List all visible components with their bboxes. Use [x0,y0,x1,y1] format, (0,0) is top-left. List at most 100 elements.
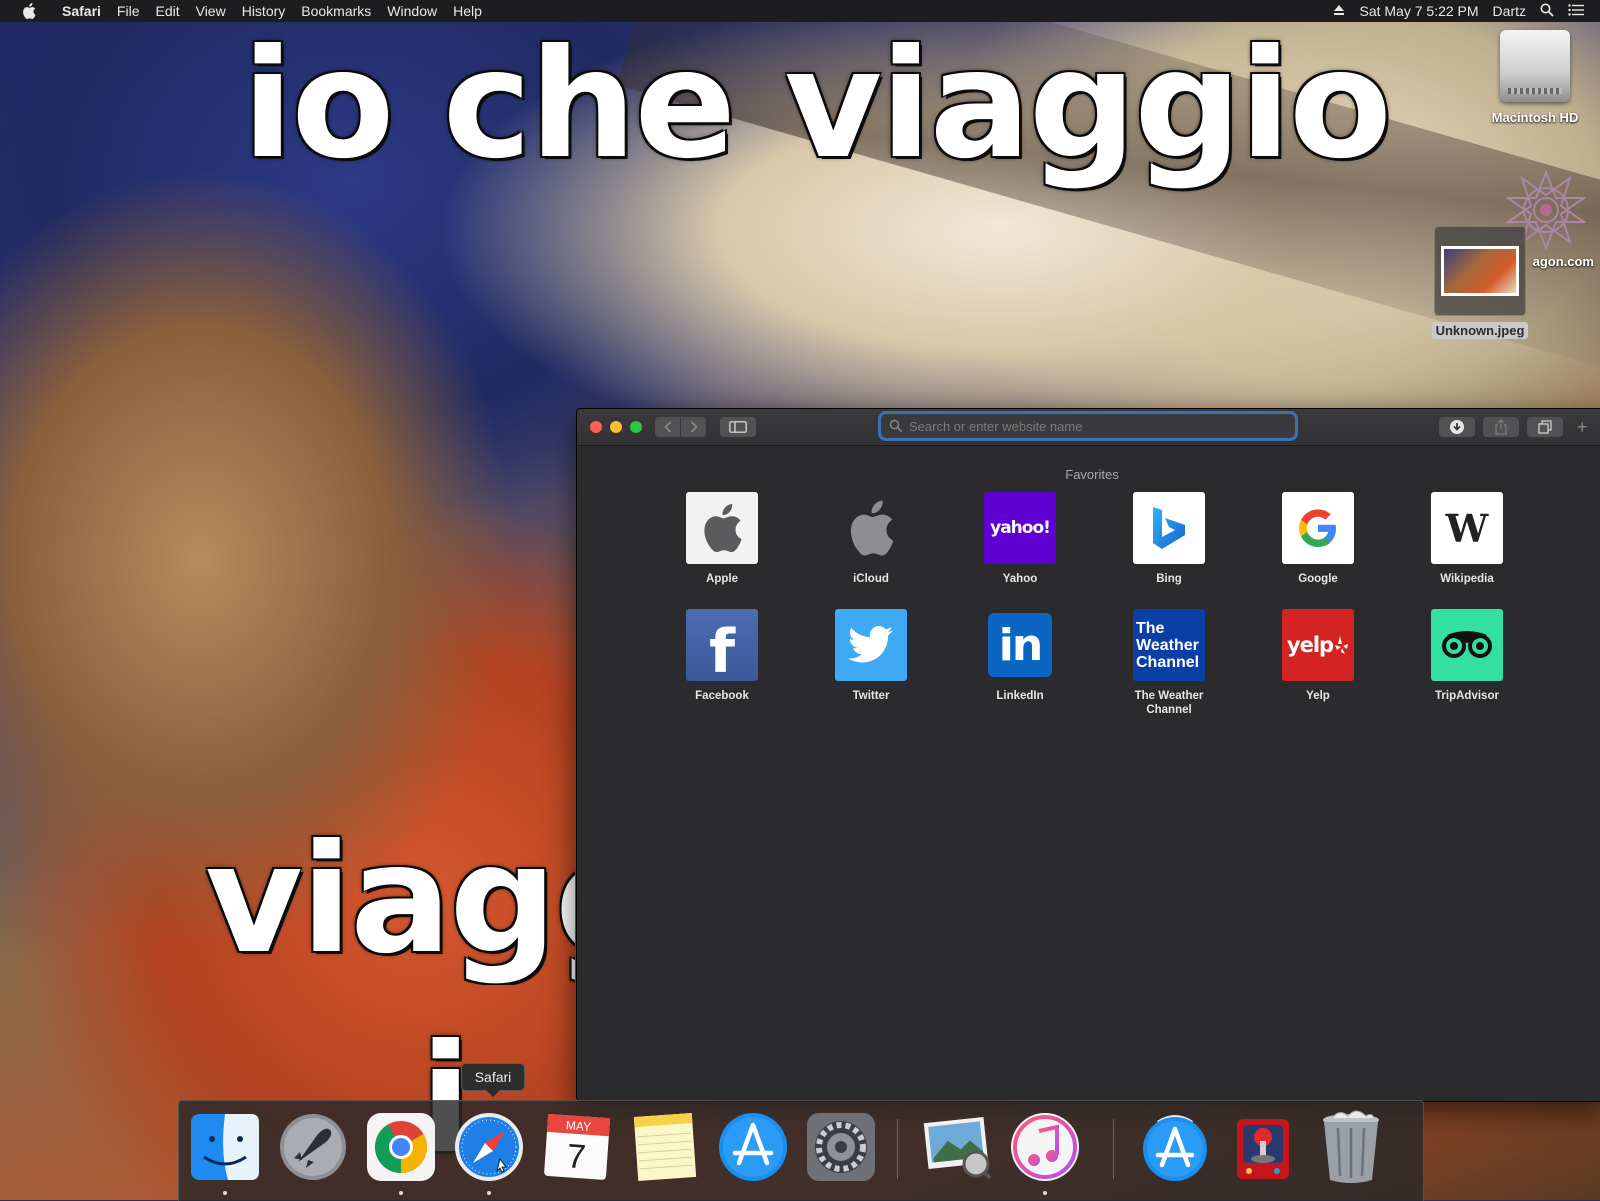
favorite-label: LinkedIn [996,690,1044,702]
menu-help[interactable]: Help [445,0,490,22]
favorites-title: Favorites [1065,467,1119,482]
minimize-window-button[interactable] [610,421,622,433]
apple-menu-icon[interactable] [18,3,40,19]
hard-drive-icon [1500,30,1570,102]
favorite-label: Wikipedia [1440,573,1494,585]
yelp-burst-icon [1335,636,1349,654]
desktop-icon-macintosh-hd[interactable]: Macintosh HD [1470,30,1600,125]
wallpaper-top-text: io che viaggio [242,18,1392,192]
bing-logo-icon [1133,492,1205,564]
dock-app-store-download[interactable] [1137,1109,1213,1185]
image-file-icon [1434,226,1526,316]
favorite-tripadvisor[interactable]: TripAdvisor [1412,609,1522,703]
favorite-apple[interactable]: Apple [667,492,777,586]
app-store-icon [1143,1115,1207,1181]
dock-safari[interactable] [451,1109,527,1195]
preview-photos-icon [923,1116,992,1180]
trash-icon [1323,1110,1379,1183]
safari-window: + Favorites Apple iCloud yahoo! Yahoo [576,408,1600,1102]
dock-calendar[interactable]: MAY 7 [539,1109,615,1185]
dock-chrome[interactable] [363,1109,439,1195]
joystick-icon [1237,1119,1289,1179]
running-indicator-dot [223,1191,227,1195]
favorite-icloud[interactable]: iCloud [816,492,926,586]
notes-icon [633,1113,697,1181]
dock-notes[interactable] [627,1109,703,1185]
maximize-window-button[interactable] [630,421,642,433]
favorite-label: Google [1298,573,1338,585]
dock-game-app[interactable] [1225,1109,1301,1185]
favorite-label: Yahoo [1002,573,1038,585]
finder-icon [191,1114,259,1180]
menu-view[interactable]: View [188,0,234,22]
favorite-label: Twitter [852,690,890,702]
facebook-logo-icon: f [686,609,758,681]
menu-file[interactable]: File [109,0,148,22]
menu-bookmarks[interactable]: Bookmarks [293,0,379,22]
linkedin-logo-icon: in [984,609,1056,681]
dock-separator [897,1119,898,1179]
yahoo-logo-icon: yahoo! [984,492,1056,564]
chevron-left-icon [663,421,671,433]
favorite-label: Yelp [1306,690,1330,702]
notification-center-icon[interactable] [1568,3,1584,19]
desktop-icon-label: Unknown.jpeg [1431,322,1529,339]
launchpad-rocket-icon [280,1114,346,1180]
new-tab-button[interactable]: + [1577,418,1588,436]
chrome-icon [367,1113,435,1181]
dock: MAY 7 [178,1100,1424,1201]
favorite-the-weather-channel[interactable]: The Weather Channel The Weather Channel [1114,609,1224,717]
dock-preview[interactable] [919,1109,995,1185]
favorite-yelp[interactable]: yelp Yelp [1263,609,1373,703]
close-window-button[interactable] [590,421,602,433]
sidebar-toggle-button[interactable] [720,417,756,437]
forward-button[interactable] [681,417,706,437]
dock-system-preferences[interactable] [803,1109,879,1185]
favorite-label: Facebook [695,690,749,702]
menu-edit[interactable]: Edit [147,0,187,22]
address-bar[interactable] [881,414,1295,438]
linkedin-logo-text: in [998,619,1043,671]
chevron-right-icon [690,421,698,433]
running-indicator-dot [1043,1191,1047,1195]
wikipedia-logo-icon: W [1431,492,1503,564]
dock-app-store[interactable] [715,1109,791,1185]
weather-channel-logo-icon: The Weather Channel [1133,609,1205,681]
menu-history[interactable]: History [234,0,294,22]
favorite-facebook[interactable]: f Facebook [667,609,777,703]
favorite-label: Apple [706,573,738,585]
menu-app-safari[interactable]: Safari [54,0,109,22]
favorite-bing[interactable]: Bing [1114,492,1224,586]
dock-launchpad[interactable] [275,1109,351,1185]
app-store-icon [719,1113,787,1181]
menu-clock[interactable]: Sat May 7 5:22 PM [1359,3,1478,19]
desktop-icon-label: Macintosh HD [1491,110,1579,125]
downloads-button[interactable] [1439,417,1475,437]
tripadvisor-owl-icon [1431,609,1503,681]
dock-music[interactable] [1007,1109,1083,1195]
show-all-tabs-button[interactable] [1527,417,1563,437]
menu-bar-status-area: Sat May 7 5:22 PM Dartz [1333,0,1584,22]
menu-window[interactable]: Window [379,0,445,22]
favorite-label: TripAdvisor [1435,690,1499,702]
weather-channel-logo-text: The Weather Channel [1136,619,1200,671]
calendar-month: MAY [565,1118,591,1134]
spotlight-search-icon[interactable] [1540,3,1554,20]
desktop-icon-unknown-jpeg[interactable]: Unknown.jpeg [1430,226,1530,339]
dock-finder[interactable] [187,1109,263,1195]
menu-user[interactable]: Dartz [1493,3,1526,19]
favorite-google[interactable]: Google [1263,492,1373,586]
favorite-wikipedia[interactable]: W Wikipedia [1412,492,1522,586]
back-button[interactable] [655,417,680,437]
share-button[interactable] [1483,417,1519,437]
favorite-label: iCloud [853,573,889,585]
favorite-label: The Weather Channel [1134,690,1204,716]
dock-trash[interactable] [1313,1109,1389,1185]
search-input[interactable] [907,417,1291,435]
favorite-yahoo[interactable]: yahoo! Yahoo [965,492,1075,586]
favorite-twitter[interactable]: Twitter [816,609,926,703]
eject-icon[interactable] [1333,3,1345,19]
yelp-logo-icon: yelp [1282,609,1354,681]
favorite-linkedin[interactable]: in LinkedIn [965,609,1075,703]
search-icon [889,419,903,433]
